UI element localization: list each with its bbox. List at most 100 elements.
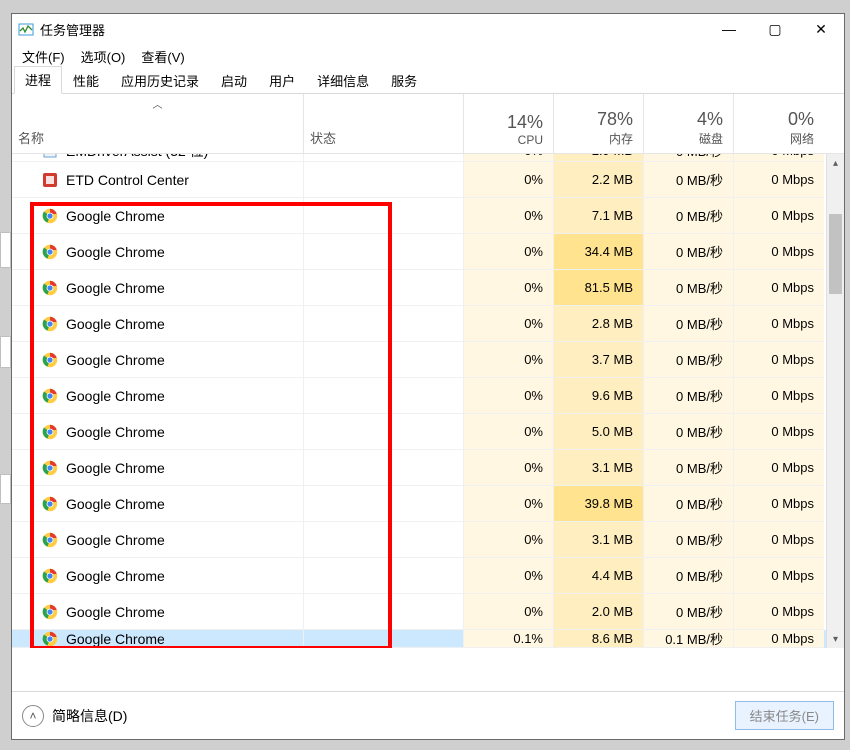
scroll-track[interactable] <box>827 172 844 630</box>
header-cpu[interactable]: 14% CPU <box>464 94 554 153</box>
cell-cpu: 0% <box>464 450 554 486</box>
cell-name: ETD Control Center <box>12 162 304 198</box>
cell-cpu: 0% <box>464 234 554 270</box>
cell-disk: 0 MB/秒 <box>644 154 734 162</box>
cell-disk: 0 MB/秒 <box>644 414 734 450</box>
scroll-down-icon[interactable]: ▾ <box>827 630 844 648</box>
cell-network: 0 Mbps <box>734 630 824 648</box>
cell-status <box>304 558 464 594</box>
cell-name: Google Chrome <box>12 594 304 630</box>
menu-file[interactable]: 文件(F) <box>18 45 69 68</box>
cell-status <box>304 234 464 270</box>
cell-disk: 0 MB/秒 <box>644 342 734 378</box>
table-row[interactable]: Google Chrome0%7.1 MB0 MB/秒0 Mbps <box>12 198 826 234</box>
table-row[interactable]: Google Chrome0%34.4 MB0 MB/秒0 Mbps <box>12 234 826 270</box>
cell-status <box>304 486 464 522</box>
cell-memory: 8.6 MB <box>554 630 644 648</box>
process-name: Google Chrome <box>66 568 165 584</box>
titlebar[interactable]: 任务管理器 — ▢ ✕ <box>12 14 844 44</box>
header-name-label: 名称 <box>18 128 293 147</box>
cell-status <box>304 342 464 378</box>
process-list[interactable]: EMDriverAssist (32 位)0%2.9 MB0 MB/秒0 Mbp… <box>12 154 826 648</box>
header-status[interactable]: 状态 <box>304 94 464 153</box>
scroll-up-icon[interactable]: ▴ <box>827 154 844 172</box>
tab-strip: 进程 性能 应用历史记录 启动 用户 详细信息 服务 <box>12 68 844 94</box>
cell-network: 0 Mbps <box>734 154 824 162</box>
cell-cpu: 0% <box>464 342 554 378</box>
header-memory[interactable]: 78% 内存 <box>554 94 644 153</box>
cell-name: Google Chrome <box>12 234 304 270</box>
chrome-icon <box>42 424 58 440</box>
table-row[interactable]: Google Chrome0%81.5 MB0 MB/秒0 Mbps <box>12 270 826 306</box>
cell-memory: 3.1 MB <box>554 450 644 486</box>
close-button[interactable]: ✕ <box>798 14 844 44</box>
table-row[interactable]: Google Chrome0%4.4 MB0 MB/秒0 Mbps <box>12 558 826 594</box>
process-name: EMDriverAssist (32 位) <box>66 154 208 161</box>
fewer-details-button[interactable]: ˄ 简略信息(D) <box>22 705 127 727</box>
footer-bar: ˄ 简略信息(D) 结束任务(E) <box>12 691 844 739</box>
table-row[interactable]: Google Chrome0%3.7 MB0 MB/秒0 Mbps <box>12 342 826 378</box>
cell-cpu: 0% <box>464 306 554 342</box>
header-net-pct: 0% <box>788 109 814 130</box>
process-name: Google Chrome <box>66 532 165 548</box>
table-row[interactable]: Google Chrome0.1%8.6 MB0.1 MB/秒0 Mbps <box>12 630 826 648</box>
cell-memory: 3.7 MB <box>554 342 644 378</box>
cell-network: 0 Mbps <box>734 378 824 414</box>
cell-name: Google Chrome <box>12 558 304 594</box>
tab-services[interactable]: 服务 <box>380 67 428 94</box>
tab-details[interactable]: 详细信息 <box>306 67 380 94</box>
header-network[interactable]: 0% 网络 <box>734 94 824 153</box>
cell-disk: 0 MB/秒 <box>644 522 734 558</box>
minimize-button[interactable]: — <box>706 14 752 44</box>
table-row[interactable]: Google Chrome0%2.0 MB0 MB/秒0 Mbps <box>12 594 826 630</box>
table-row[interactable]: Google Chrome0%3.1 MB0 MB/秒0 Mbps <box>12 522 826 558</box>
table-row[interactable]: Google Chrome0%3.1 MB0 MB/秒0 Mbps <box>12 450 826 486</box>
cell-cpu: 0% <box>464 378 554 414</box>
menu-options[interactable]: 选项(O) <box>77 45 130 68</box>
cell-status <box>304 630 464 648</box>
cell-cpu: 0% <box>464 414 554 450</box>
table-row[interactable]: Google Chrome0%9.6 MB0 MB/秒0 Mbps <box>12 378 826 414</box>
vertical-scrollbar[interactable]: ▴ ▾ <box>826 154 844 648</box>
process-name: Google Chrome <box>66 460 165 476</box>
chrome-icon <box>42 496 58 512</box>
cell-disk: 0 MB/秒 <box>644 270 734 306</box>
chrome-icon <box>42 460 58 476</box>
artifact <box>0 232 11 268</box>
cell-disk: 0 MB/秒 <box>644 378 734 414</box>
cell-network: 0 Mbps <box>734 414 824 450</box>
maximize-button[interactable]: ▢ <box>752 14 798 44</box>
cell-status <box>304 154 464 162</box>
tab-app-history[interactable]: 应用历史记录 <box>110 67 210 94</box>
tab-users[interactable]: 用户 <box>258 67 306 94</box>
table-row[interactable]: ETD Control Center0%2.2 MB0 MB/秒0 Mbps <box>12 162 826 198</box>
menu-view[interactable]: 查看(V) <box>137 45 188 68</box>
table-row[interactable]: Google Chrome0%2.8 MB0 MB/秒0 Mbps <box>12 306 826 342</box>
tab-startup[interactable]: 启动 <box>210 67 258 94</box>
menu-bar: 文件(F) 选项(O) 查看(V) <box>12 44 844 68</box>
process-name: Google Chrome <box>66 316 165 332</box>
header-status-label: 状态 <box>310 128 453 147</box>
cell-name: Google Chrome <box>12 522 304 558</box>
chrome-icon <box>42 388 58 404</box>
tab-processes[interactable]: 进程 <box>14 66 62 94</box>
cell-network: 0 Mbps <box>734 558 824 594</box>
cell-memory: 2.9 MB <box>554 154 644 162</box>
cell-network: 0 Mbps <box>734 486 824 522</box>
header-disk[interactable]: 4% 磁盘 <box>644 94 734 153</box>
scroll-thumb[interactable] <box>829 214 842 294</box>
chrome-icon <box>42 532 58 548</box>
cell-cpu: 0% <box>464 522 554 558</box>
cell-memory: 4.4 MB <box>554 558 644 594</box>
header-name[interactable]: ︿ 名称 <box>12 94 304 153</box>
table-row[interactable]: Google Chrome0%39.8 MB0 MB/秒0 Mbps <box>12 486 826 522</box>
cell-network: 0 Mbps <box>734 234 824 270</box>
table-row[interactable]: Google Chrome0%5.0 MB0 MB/秒0 Mbps <box>12 414 826 450</box>
column-headers: ︿ 名称 状态 14% CPU 78% 内存 4% 磁盘 0% 网络 <box>12 94 844 154</box>
tab-performance[interactable]: 性能 <box>62 67 110 94</box>
cell-memory: 39.8 MB <box>554 486 644 522</box>
end-task-button[interactable]: 结束任务(E) <box>735 701 834 730</box>
table-row[interactable]: EMDriverAssist (32 位) 0%2.9 MB0 MB/秒0 Mbp… <box>12 154 826 162</box>
cell-cpu: 0% <box>464 154 554 162</box>
cell-memory: 5.0 MB <box>554 414 644 450</box>
